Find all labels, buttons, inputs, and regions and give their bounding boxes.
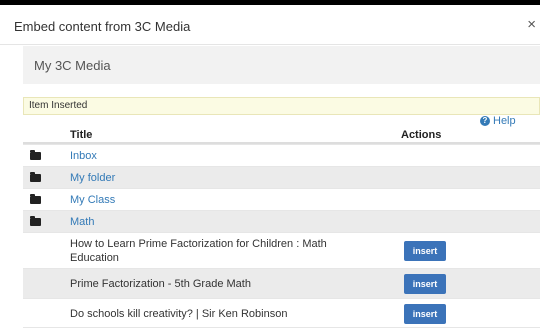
media-title: Do schools kill creativity? | Sir Ken Ro… — [70, 308, 288, 320]
table-row-media: How to Learn Prime Factorization for Chi… — [23, 232, 540, 268]
column-header-title: Title — [70, 129, 93, 141]
table-row-media: Do schools kill creativity? | Sir Ken Ro… — [23, 298, 540, 328]
dialog-header: Embed content from 3C Media × — [0, 5, 540, 45]
folder-icon — [30, 150, 41, 160]
table-row-media: Prime Factorization - 5th Grade Math ins… — [23, 268, 540, 298]
media-title: How to Learn Prime Factorization for Chi… — [70, 238, 327, 264]
status-notice-text: Item Inserted — [29, 100, 88, 111]
breadcrumb: My 3C Media — [23, 46, 540, 84]
help-icon: ? — [480, 116, 490, 126]
insert-button[interactable]: insert — [404, 274, 446, 294]
insert-button[interactable]: insert — [404, 304, 446, 324]
column-header-actions: Actions — [401, 129, 442, 141]
help-link[interactable]: ? Help — [480, 115, 516, 127]
folder-link-my-folder[interactable]: My folder — [70, 172, 115, 184]
folder-icon — [30, 194, 41, 204]
status-notice: Item Inserted — [23, 97, 540, 115]
folder-link-math[interactable]: Math — [70, 216, 94, 228]
table-row-folder-inbox[interactable]: Inbox — [23, 144, 540, 166]
folder-icon — [30, 216, 41, 226]
folder-link-inbox[interactable]: Inbox — [70, 150, 97, 162]
breadcrumb-label[interactable]: My 3C Media — [34, 58, 111, 73]
table-header: Title Actions — [23, 128, 540, 144]
embed-dialog: Embed content from 3C Media × My 3C Medi… — [0, 5, 540, 333]
table-row-folder-math[interactable]: Math — [23, 210, 540, 232]
table-row-folder-my-folder[interactable]: My folder — [23, 166, 540, 188]
folder-link-my-class[interactable]: My Class — [70, 194, 115, 206]
dialog-title: Embed content from 3C Media — [14, 19, 191, 34]
media-title: Prime Factorization - 5th Grade Math — [70, 278, 251, 290]
folder-icon — [30, 172, 41, 182]
table-row-folder-my-class[interactable]: My Class — [23, 188, 540, 210]
insert-button[interactable]: insert — [404, 241, 446, 261]
close-button[interactable]: × — [527, 17, 536, 32]
help-label: Help — [493, 115, 516, 127]
